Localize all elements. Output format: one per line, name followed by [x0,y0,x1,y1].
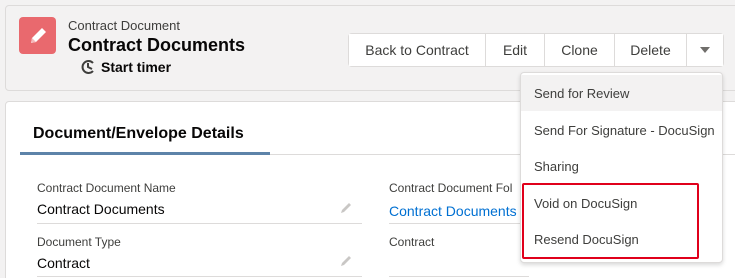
chevron-down-icon [700,47,710,53]
active-tab-indicator [20,152,270,155]
delete-button[interactable]: Delete [615,34,687,66]
contract-document-name-label: Contract Document Name [37,181,176,195]
pencil-icon [30,27,46,43]
field-divider [389,276,529,277]
edit-pencil-icon[interactable] [339,254,353,268]
menu-item-sharing[interactable]: Sharing [521,148,722,184]
timer-icon [81,60,94,74]
contract-document-name-value: Contract Documents [37,201,165,217]
field-divider [37,223,362,224]
start-timer-label: Start timer [101,59,172,75]
edit-button[interactable]: Edit [486,34,545,66]
object-type-label: Contract Document [68,18,180,33]
contract-document-object-icon [19,17,56,54]
document-type-label: Document Type [37,235,121,249]
start-timer-button[interactable]: Start timer [80,59,171,75]
clone-button[interactable]: Clone [545,34,615,66]
field-divider [389,223,529,224]
contract-label: Contract [389,235,435,249]
contract-document-folder-label: Contract Document Fol [389,181,513,195]
annotation-highlight-box [522,183,699,259]
back-to-contract-button[interactable]: Back to Contract [349,34,486,66]
document-type-value: Contract [37,255,90,271]
more-actions-button[interactable] [687,34,723,66]
field-divider [37,276,362,277]
record-title: Contract Documents [68,35,246,55]
contract-document-folder-link[interactable]: Contract Documents [389,203,517,219]
section-title: Document/Envelope Details [33,125,244,142]
header-action-buttons: Back to Contract Edit Clone Delete [348,33,724,67]
menu-item-send-for-review[interactable]: Send for Review [521,75,722,111]
menu-item-send-for-signature[interactable]: Send For Signature - DocuSign [521,112,722,148]
edit-pencil-icon[interactable] [339,201,353,215]
